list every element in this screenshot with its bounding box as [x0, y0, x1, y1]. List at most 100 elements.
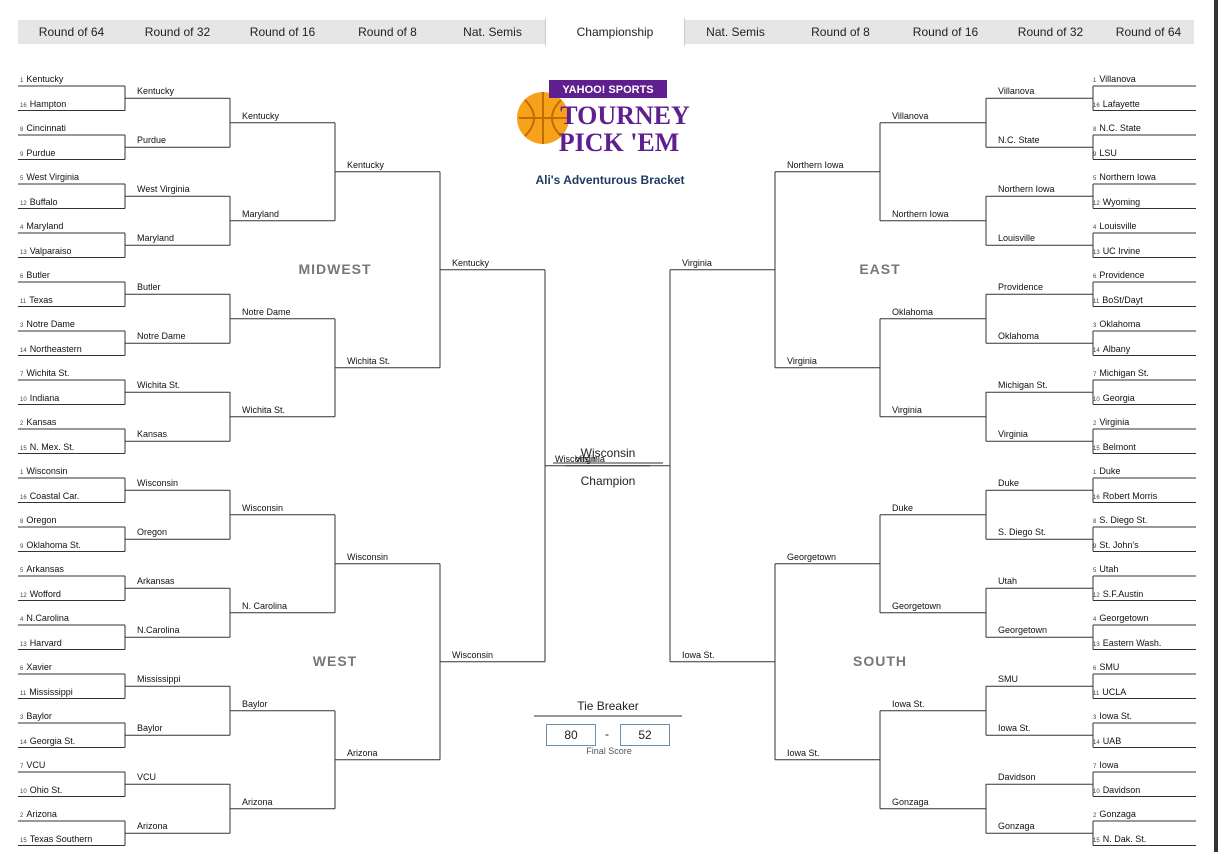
- rightr32-slot[interactable]: Virginia: [998, 429, 1028, 440]
- right-r64-slot[interactable]: 14 Albany: [1093, 344, 1130, 357]
- left-r64-slot[interactable]: 2 Arizona: [20, 809, 57, 822]
- left-r64-slot[interactable]: 3 Notre Dame: [20, 319, 75, 332]
- right-r64-slot[interactable]: 8 N.C. State: [1093, 123, 1141, 136]
- right-r64-slot[interactable]: 2 Virginia: [1093, 417, 1129, 430]
- left-r64-slot[interactable]: 4 N.Carolina: [20, 613, 69, 626]
- left-r64-slot[interactable]: 9 Purdue: [20, 148, 55, 161]
- right-r64-slot[interactable]: 14 UAB: [1093, 736, 1121, 749]
- tiebreaker-score-1[interactable]: 80: [546, 724, 596, 746]
- left-r64-slot[interactable]: 13 Valparaiso: [20, 246, 72, 259]
- rightr32-slot[interactable]: Providence: [998, 282, 1043, 293]
- left-r64-slot[interactable]: 14 Northeastern: [20, 344, 82, 357]
- rightr32-slot[interactable]: Duke: [998, 478, 1019, 489]
- leftr16-slot[interactable]: Notre Dame: [242, 307, 291, 318]
- right-r64-slot[interactable]: 10 Davidson: [1093, 785, 1140, 798]
- rightr8-slot[interactable]: Iowa St.: [787, 748, 820, 759]
- right-r64-slot[interactable]: 10 Georgia: [1093, 393, 1135, 406]
- rightsemi-slot[interactable]: Virginia: [682, 258, 712, 269]
- right-r64-slot[interactable]: 3 Iowa St.: [1093, 711, 1132, 724]
- leftr16-slot[interactable]: N. Carolina: [242, 601, 287, 612]
- rightr8-slot[interactable]: Virginia: [787, 356, 817, 367]
- right-r64-slot[interactable]: 15 N. Dak. St.: [1093, 834, 1146, 847]
- right-r64-slot[interactable]: 1 Duke: [1093, 466, 1120, 479]
- left-r64-slot[interactable]: 6 Xavier: [20, 662, 52, 675]
- rightr32-slot[interactable]: Georgetown: [998, 625, 1047, 636]
- rightr16-slot[interactable]: Iowa St.: [892, 699, 925, 710]
- left-r64-slot[interactable]: 14 Georgia St.: [20, 736, 75, 749]
- rightr32-slot[interactable]: Gonzaga: [998, 821, 1035, 832]
- leftr32-slot[interactable]: Baylor: [137, 723, 163, 734]
- leftsemi-slot[interactable]: Wisconsin: [452, 650, 493, 661]
- right-r64-slot[interactable]: 11 UCLA: [1093, 687, 1126, 700]
- right-r64-slot[interactable]: 6 SMU: [1093, 662, 1119, 675]
- right-r64-slot[interactable]: 13 Eastern Wash.: [1093, 638, 1161, 651]
- left-r64-slot[interactable]: 16 Coastal Car.: [20, 491, 79, 504]
- left-r64-slot[interactable]: 13 Harvard: [20, 638, 62, 651]
- leftr16-slot[interactable]: Wisconsin: [242, 503, 283, 514]
- leftr32-slot[interactable]: Purdue: [137, 135, 166, 146]
- leftr32-slot[interactable]: Arkansas: [137, 576, 175, 587]
- right-r64-slot[interactable]: 7 Iowa: [1093, 760, 1118, 773]
- right-r64-slot[interactable]: 11 BoSt/Dayt: [1093, 295, 1143, 308]
- rightr16-slot[interactable]: Gonzaga: [892, 797, 929, 808]
- left-r64-slot[interactable]: 11 Texas: [20, 295, 53, 308]
- rightr16-slot[interactable]: Villanova: [892, 111, 928, 122]
- left-r64-slot[interactable]: 7 VCU: [20, 760, 45, 773]
- left-r64-slot[interactable]: 2 Kansas: [20, 417, 56, 430]
- leftr16-slot[interactable]: Maryland: [242, 209, 279, 220]
- right-r64-slot[interactable]: 7 Michigan St.: [1093, 368, 1149, 381]
- leftr16-slot[interactable]: Baylor: [242, 699, 268, 710]
- leftr32-slot[interactable]: Notre Dame: [137, 331, 186, 342]
- right-r64-slot[interactable]: 2 Gonzaga: [1093, 809, 1136, 822]
- right-r64-slot[interactable]: 1 Villanova: [1093, 74, 1136, 87]
- right-r64-slot[interactable]: 13 UC Irvine: [1093, 246, 1140, 259]
- left-r64-slot[interactable]: 6 Butler: [20, 270, 50, 283]
- left-r64-slot[interactable]: 4 Maryland: [20, 221, 63, 234]
- scrollbar[interactable]: [1214, 0, 1218, 852]
- right-r64-slot[interactable]: 9 LSU: [1093, 148, 1117, 161]
- left-r64-slot[interactable]: 5 Arkansas: [20, 564, 64, 577]
- left-r64-slot[interactable]: 12 Buffalo: [20, 197, 58, 210]
- left-r64-slot[interactable]: 10 Indiana: [20, 393, 59, 406]
- right-r64-slot[interactable]: 4 Georgetown: [1093, 613, 1148, 626]
- left-r64-slot[interactable]: 16 Hampton: [20, 99, 66, 112]
- rightr16-slot[interactable]: Virginia: [892, 405, 922, 416]
- tiebreaker-score-2[interactable]: 52: [620, 724, 670, 746]
- rightr8-slot[interactable]: Northern Iowa: [787, 160, 844, 171]
- leftr32-slot[interactable]: N.Carolina: [137, 625, 180, 636]
- left-r64-slot[interactable]: 1 Wisconsin: [20, 466, 67, 479]
- left-r64-slot[interactable]: 15 N. Mex. St.: [20, 442, 74, 455]
- rightr32-slot[interactable]: Oklahoma: [998, 331, 1039, 342]
- right-r64-slot[interactable]: 9 St. John's: [1093, 540, 1139, 553]
- right-r64-slot[interactable]: 12 Wyoming: [1093, 197, 1140, 210]
- leftr32-slot[interactable]: Kentucky: [137, 86, 174, 97]
- leftr8-slot[interactable]: Kentucky: [347, 160, 384, 171]
- right-r64-slot[interactable]: 12 S.F.Austin: [1093, 589, 1143, 602]
- leftr8-slot[interactable]: Arizona: [347, 748, 378, 759]
- right-final-slot[interactable]: Virginia: [575, 454, 605, 465]
- left-r64-slot[interactable]: 5 West Virginia: [20, 172, 79, 185]
- leftr32-slot[interactable]: Maryland: [137, 233, 174, 244]
- left-r64-slot[interactable]: 3 Baylor: [20, 711, 52, 724]
- right-r64-slot[interactable]: 5 Utah: [1093, 564, 1118, 577]
- rightr32-slot[interactable]: Davidson: [998, 772, 1036, 783]
- rightr32-slot[interactable]: N.C. State: [998, 135, 1040, 146]
- leftr32-slot[interactable]: Mississippi: [137, 674, 181, 685]
- leftr16-slot[interactable]: Kentucky: [242, 111, 279, 122]
- left-r64-slot[interactable]: 9 Oklahoma St.: [20, 540, 81, 553]
- leftr16-slot[interactable]: Arizona: [242, 797, 273, 808]
- right-r64-slot[interactable]: 4 Louisville: [1093, 221, 1136, 234]
- left-r64-slot[interactable]: 10 Ohio St.: [20, 785, 62, 798]
- left-r64-slot[interactable]: 15 Texas Southern: [20, 834, 92, 847]
- rightr32-slot[interactable]: Louisville: [998, 233, 1035, 244]
- rightr32-slot[interactable]: S. Diego St.: [998, 527, 1046, 538]
- rightr32-slot[interactable]: Villanova: [998, 86, 1034, 97]
- rightr32-slot[interactable]: Iowa St.: [998, 723, 1031, 734]
- right-r64-slot[interactable]: 8 S. Diego St.: [1093, 515, 1147, 528]
- rightr32-slot[interactable]: Northern Iowa: [998, 184, 1055, 195]
- rightr32-slot[interactable]: Michigan St.: [998, 380, 1048, 391]
- right-r64-slot[interactable]: 3 Oklahoma: [1093, 319, 1140, 332]
- left-r64-slot[interactable]: 8 Oregon: [20, 515, 56, 528]
- leftr32-slot[interactable]: Kansas: [137, 429, 167, 440]
- leftr32-slot[interactable]: Butler: [137, 282, 161, 293]
